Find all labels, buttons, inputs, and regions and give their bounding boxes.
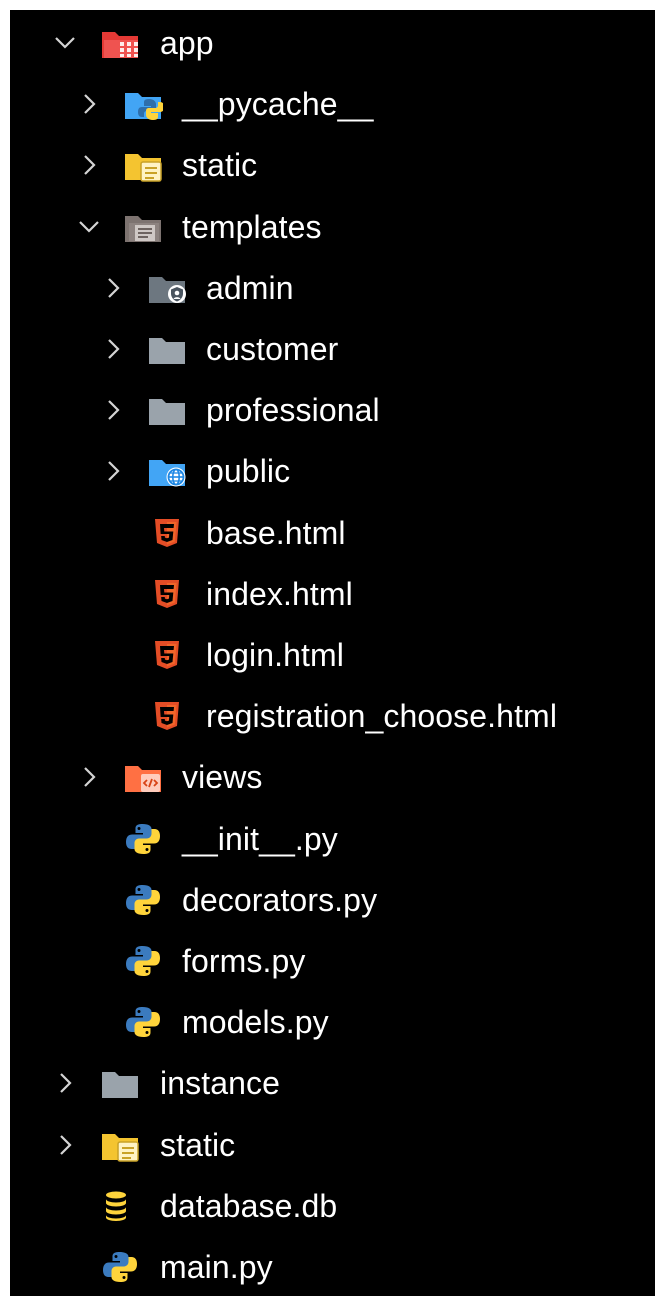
folder-item[interactable]: professional bbox=[10, 379, 655, 440]
chevron-right-icon[interactable] bbox=[100, 275, 126, 301]
folder-icon bbox=[147, 332, 187, 366]
folder-static-icon bbox=[100, 1128, 140, 1162]
tree-item-label: app bbox=[160, 25, 214, 61]
python-icon bbox=[123, 944, 163, 978]
file-item[interactable]: forms.py bbox=[10, 930, 655, 991]
folder-item[interactable]: public bbox=[10, 440, 655, 501]
database-icon bbox=[100, 1189, 140, 1223]
folder-views-icon bbox=[123, 760, 163, 794]
tree-item-label: professional bbox=[206, 392, 380, 429]
tree-item-label: models.py bbox=[182, 1004, 329, 1041]
html5-icon bbox=[147, 577, 187, 611]
file-item[interactable]: models.py bbox=[10, 991, 655, 1052]
tree-item-label: static bbox=[182, 147, 258, 184]
folder-public-icon bbox=[147, 454, 187, 488]
folder-admin-icon bbox=[147, 271, 187, 305]
tree-item-label: registration_choose.html bbox=[206, 698, 558, 735]
tree-item-label: instance bbox=[160, 1065, 280, 1102]
html5-icon bbox=[147, 516, 187, 550]
folder-item[interactable]: admin bbox=[10, 257, 655, 318]
tree-item-label: login.html bbox=[206, 637, 344, 673]
file-item[interactable]: __init__.py bbox=[10, 808, 655, 869]
chevron-down-icon[interactable] bbox=[52, 30, 78, 56]
python-icon bbox=[100, 1250, 140, 1284]
tree-item-label: database.db bbox=[160, 1187, 338, 1224]
folder-item[interactable]: static bbox=[10, 1114, 655, 1175]
folder-templates-icon bbox=[123, 210, 163, 244]
chevron-right-icon[interactable] bbox=[52, 1132, 78, 1158]
file-explorer: app __pycache__ static templates admin cu… bbox=[10, 10, 655, 1296]
python-icon bbox=[123, 822, 163, 856]
folder-app-icon bbox=[100, 26, 140, 60]
chevron-right-icon[interactable] bbox=[76, 152, 102, 178]
tree-item-label: public bbox=[206, 453, 291, 490]
chevron-right-icon[interactable] bbox=[76, 764, 102, 790]
python-icon bbox=[123, 1005, 163, 1039]
tree-item-label: views bbox=[182, 759, 263, 796]
folder-icon bbox=[147, 393, 187, 427]
html5-icon bbox=[147, 638, 187, 672]
folder-icon bbox=[100, 1066, 140, 1100]
file-item[interactable]: base.html bbox=[10, 502, 655, 563]
file-item[interactable]: decorators.py bbox=[10, 869, 655, 930]
file-item[interactable]: index.html bbox=[10, 563, 655, 624]
chevron-right-icon[interactable] bbox=[76, 91, 102, 117]
tree-item-label: index.html bbox=[206, 575, 353, 612]
folder-item[interactable]: views bbox=[10, 746, 655, 807]
tree-item-label: templates bbox=[182, 208, 322, 245]
tree-item-label: customer bbox=[206, 331, 339, 367]
tree-item-label: static bbox=[160, 1126, 236, 1163]
tree-item-label: decorators.py bbox=[182, 881, 378, 918]
tree-item-label: admin bbox=[206, 269, 294, 306]
folder-item[interactable]: templates bbox=[10, 196, 655, 257]
chevron-right-icon[interactable] bbox=[100, 458, 126, 484]
folder-item[interactable]: __pycache__ bbox=[10, 73, 655, 134]
file-item[interactable]: main.py bbox=[10, 1236, 655, 1297]
folder-item[interactable]: app bbox=[10, 12, 655, 73]
folder-python-icon bbox=[123, 87, 163, 121]
chevron-right-icon[interactable] bbox=[100, 336, 126, 362]
folder-item[interactable]: instance bbox=[10, 1052, 655, 1113]
tree-item-label: __init__.py bbox=[182, 820, 338, 857]
file-item[interactable]: registration_choose.html bbox=[10, 685, 655, 746]
html5-icon bbox=[147, 699, 187, 733]
file-item[interactable]: database.db bbox=[10, 1175, 655, 1236]
tree-item-label: base.html bbox=[206, 514, 346, 551]
folder-item[interactable]: static bbox=[10, 134, 655, 195]
chevron-right-icon[interactable] bbox=[100, 397, 126, 423]
python-icon bbox=[123, 883, 163, 917]
tree-item-label: main.py bbox=[160, 1249, 273, 1285]
chevron-right-icon[interactable] bbox=[52, 1070, 78, 1096]
tree-item-label: forms.py bbox=[182, 943, 306, 979]
folder-item[interactable]: customer bbox=[10, 318, 655, 379]
folder-static-icon bbox=[123, 148, 163, 183]
tree-item-label: __pycache__ bbox=[182, 86, 374, 123]
chevron-down-icon[interactable] bbox=[76, 214, 102, 240]
file-item[interactable]: login.html bbox=[10, 624, 655, 685]
